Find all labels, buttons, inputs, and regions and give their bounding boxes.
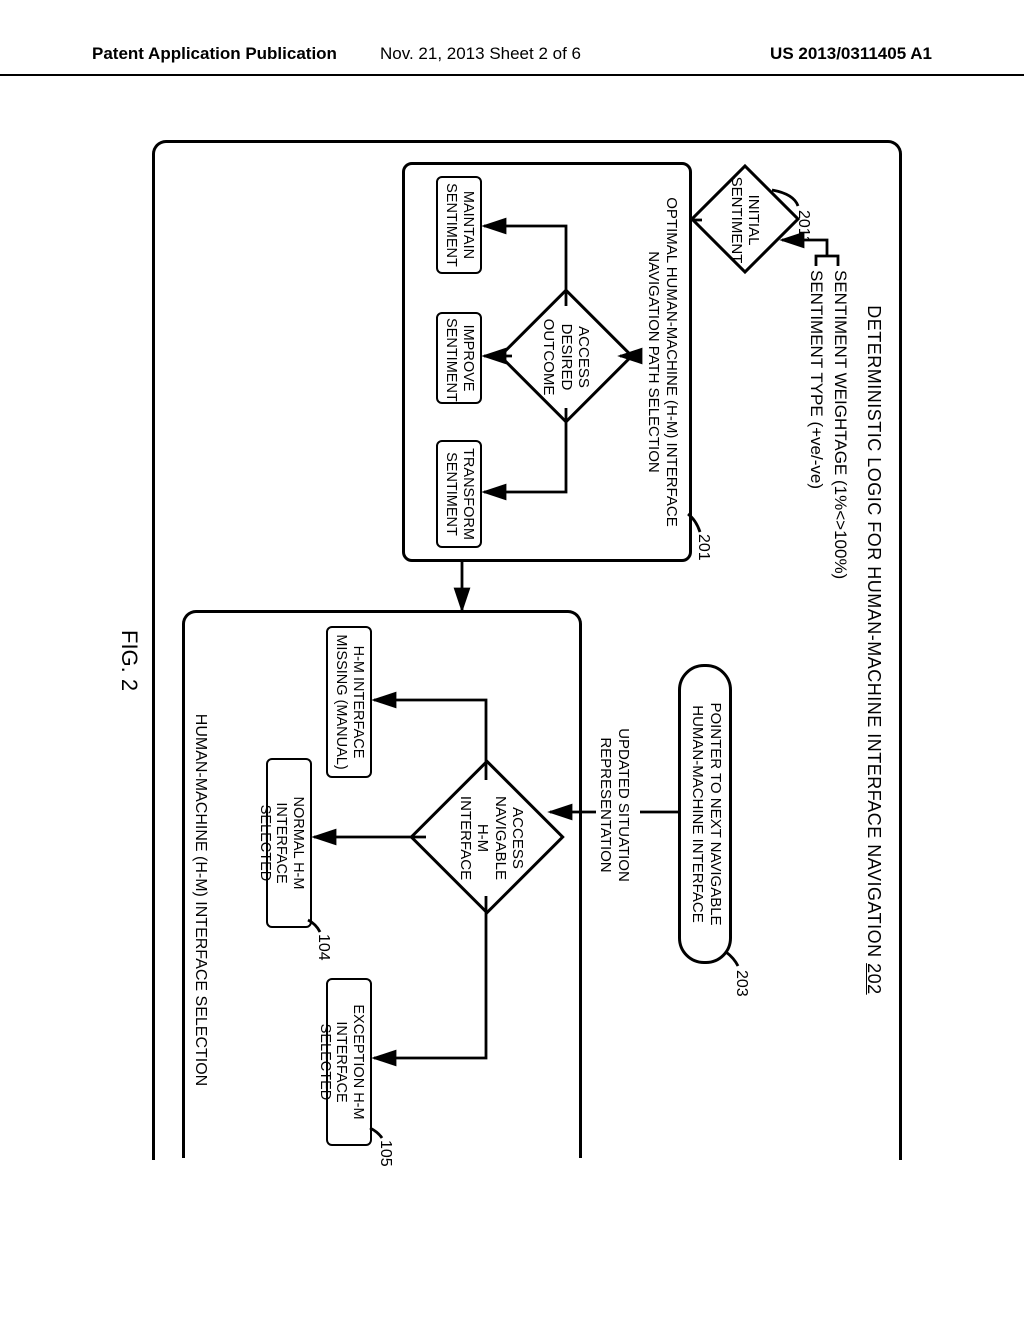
ref-104: 104 — [314, 934, 332, 961]
improve-sentiment-box: IMPROVESENTIMENT — [436, 312, 482, 404]
page: Patent Application Publication Nov. 21, … — [0, 0, 1024, 1320]
header-right: US 2013/0311405 A1 — [770, 44, 932, 64]
access-desired-outcome-label: ACCESSDESIREDOUTCOME — [540, 295, 592, 419]
diagram-title-text: DETERMINISTIC LOGIC FOR HUMAN-MACHINE IN… — [864, 305, 884, 963]
diagram-canvas: DETERMINISTIC LOGIC FOR HUMAN-MACHINE IN… — [122, 140, 902, 1160]
ref-105: 105 — [376, 1140, 394, 1167]
updated-situation-label: UPDATED SITUATIONREPRESENTATION — [596, 705, 632, 905]
sentiment-type-label: SENTIMENT TYPE (+ve/-ve) — [806, 270, 826, 489]
diagram-title: DETERMINISTIC LOGIC FOR HUMAN-MACHINE IN… — [863, 140, 884, 1160]
diagram-wrapper: DETERMINISTIC LOGIC FOR HUMAN-MACHINE IN… — [122, 140, 902, 1160]
hm-selection-title: HUMAN-MACHINE (H-M) INTERFACE SELECTION — [191, 680, 210, 1120]
access-navigable-label: ACCESSNAVIGABLEH-MINTERFACE — [457, 765, 526, 911]
hm-missing-box: H-M INTERFACEMISSING (MANUAL) — [326, 626, 372, 778]
exception-hm-box: EXCEPTION H-MINTERFACE SELECTED — [326, 978, 372, 1146]
pointer-box-label: POINTER TO NEXT NAVIGABLEHUMAN-MACHINE I… — [688, 668, 724, 960]
maintain-sentiment-box: MAINTAINSENTIMENT — [436, 176, 482, 274]
header-left: Patent Application Publication — [92, 44, 337, 64]
sentiment-weightage-label: SENTIMENT WEIGHTAGE (1%<>100%) — [830, 270, 850, 579]
header-bar: Patent Application Publication Nov. 21, … — [0, 44, 1024, 76]
ref-2011: 2011 — [794, 210, 812, 244]
figure-label: FIG. 2 — [116, 630, 142, 691]
initial-sentiment-label: INITIALSENTIMENT — [728, 162, 763, 278]
ref-201: 201 — [694, 534, 712, 561]
normal-hm-box: NORMAL H-MINTERFACE SELECTED — [266, 758, 312, 928]
ref-203: 203 — [732, 970, 750, 997]
header-center: Nov. 21, 2013 Sheet 2 of 6 — [380, 44, 581, 64]
diagram-title-ref: 202 — [864, 963, 884, 995]
box-201-title: OPTIMAL HUMAN-MACHINE (H-M) INTERFACENAV… — [644, 170, 680, 554]
transform-sentiment-box: TRANSFORMSENTIMENT — [436, 440, 482, 548]
